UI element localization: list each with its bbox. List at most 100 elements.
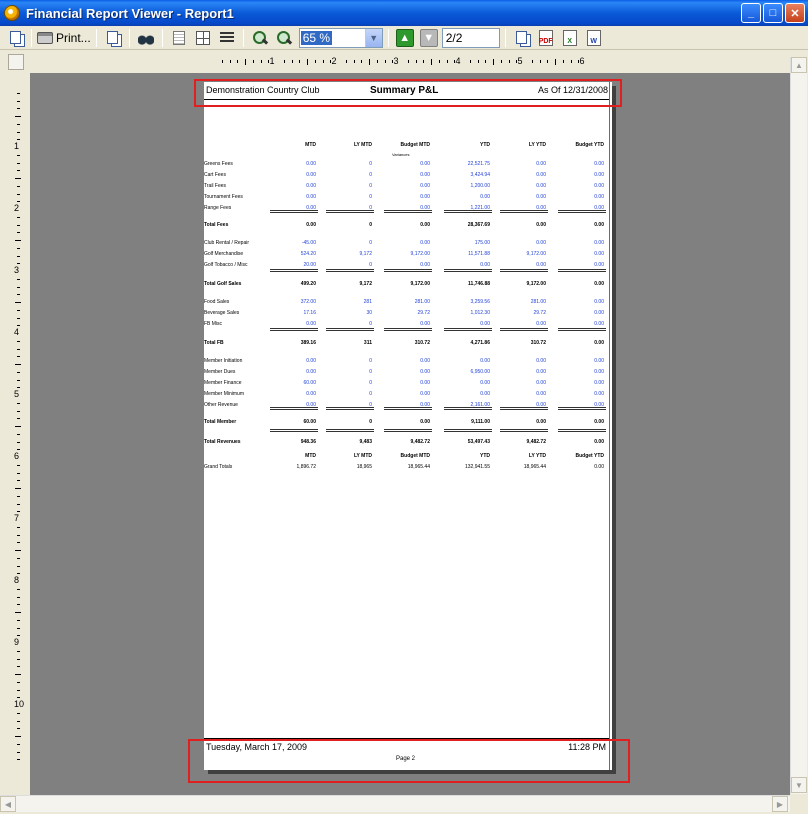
total-rule [444,328,492,331]
table-row: Greens Fees 0.00 0 0.00 22,521.75 0.00 0.00 [204,161,609,169]
horizontal-scrollbar[interactable]: ◀ ▶ [0,795,790,812]
ruler-tick [17,100,20,102]
cell-value: 0 [369,321,372,327]
ruler-tick [17,402,20,404]
ruler-tick [17,658,20,660]
cell-value: 0.00 [420,321,430,327]
ruler-tick [17,596,20,598]
cell-value: 0.00 [420,172,430,178]
find-button[interactable] [135,28,157,48]
cell-value: 0.00 [536,161,546,167]
cell-value: 948.36 [300,439,316,445]
cell-value: 132,941.55 [464,464,490,470]
table-row: Tournament Fees 0.00 0 0.00 0.00 0.00 0.00 [204,194,609,202]
ruler-tick [283,60,285,63]
vertical-scrollbar[interactable]: ▲ ▼ [790,57,807,794]
total-rule [384,210,432,213]
minimize-button[interactable]: _ [741,3,761,23]
ruler-tick [17,193,20,195]
ruler-tick [299,60,301,63]
multi-page-button[interactable] [192,28,214,48]
chevron-down-icon[interactable]: ▼ [364,28,382,47]
ruler-tick [17,464,20,466]
zoom-select[interactable]: 65 % ▼ [298,27,383,48]
cell-value: 0.00 [536,380,546,386]
ruler-number: 10 [14,699,25,709]
column-header: MTD [305,142,316,148]
ruler-number: 2 [14,203,20,213]
cell-value: 0.00 [306,172,316,178]
ruler-tick [15,736,21,737]
cell-value: 0.00 [594,251,604,257]
zoom-in-button[interactable] [249,28,271,48]
next-page-button[interactable]: ▼ [418,28,440,48]
cell-value: 60.00 [303,419,316,425]
total-rule [270,269,318,272]
cell-value: 0.00 [594,310,604,316]
cell-value: 60.00 [303,380,316,386]
app-icon[interactable] [4,5,20,21]
cell-value: 0.00 [306,161,316,167]
total-rule [270,407,318,410]
page-number-input[interactable] [441,27,500,48]
ruler-tick [17,441,20,443]
ruler-tick [17,216,20,218]
ruler-tick [17,650,20,652]
column-header-row: MTD LY MTD Budget MTD YTD LY YTD Budget YTD [204,453,609,461]
footer-rule [204,738,609,739]
table-row: Food Sales 372.00 281 281.00 3,259.56 281.00 0… [204,299,609,307]
export-excel-button[interactable]: X [559,28,581,48]
cell-value: 0.00 [594,369,604,375]
scroll-down-icon[interactable]: ▼ [791,777,807,793]
row-label: Total Member [204,419,237,425]
column-header: LY YTD [528,142,546,148]
ruler-tick [369,59,370,65]
copy-button[interactable] [4,28,26,48]
scroll-left-icon[interactable]: ◀ [0,796,16,812]
export-button[interactable] [511,28,533,48]
ruler-tick [17,348,20,350]
previous-page-button[interactable]: ▲ [394,28,416,48]
column-header: Budget MTD [400,453,430,459]
ruler-tick [15,302,21,303]
export-pdf-button[interactable]: PDF [535,28,557,48]
export-word-button[interactable]: W [583,28,605,48]
cell-value: 0.00 [420,369,430,375]
ruler-tick [17,410,20,412]
maximize-button[interactable]: □ [763,3,783,23]
cell-value: 0.00 [594,172,604,178]
total-rule [326,429,374,432]
print-button[interactable]: Print... [37,28,91,48]
ruler-tick [345,60,347,63]
total-rule [384,407,432,410]
continuous-button[interactable] [216,28,238,48]
preview-area[interactable]: Demonstration Country Club Summary P&L A… [30,73,790,795]
toolbar-separator [128,28,130,47]
ruler-tick [17,720,20,722]
cell-value: 0.00 [536,391,546,397]
ruler-tick [469,60,471,63]
row-label: Total Revenues [204,439,241,445]
word-icon: W [586,29,601,46]
ruler-tick [237,60,239,63]
ruler-tick [15,550,21,551]
cell-value: 6,950.00 [470,369,490,375]
cell-value: 0.00 [420,183,430,189]
toolbar-separator [387,28,389,47]
ruler-tick [508,60,510,63]
ruler-tick [477,60,479,63]
ruler-tick [17,294,20,296]
ruler-tick [555,59,556,65]
ruler-corner[interactable] [8,54,24,70]
scroll-right-icon[interactable]: ▶ [772,796,788,812]
close-button[interactable]: ✕ [785,3,805,23]
single-page-button[interactable] [168,28,190,48]
copy-page-button[interactable] [102,28,124,48]
scroll-up-icon[interactable]: ▲ [791,57,807,73]
cell-value: 0.00 [594,391,604,397]
zoom-out-button[interactable] [273,28,295,48]
table-row: Beverage Sales 17.16 30 29.72 1,012.30 29.72 0… [204,310,609,318]
toolbar-separator [161,28,163,47]
export-icon [516,31,528,44]
cell-value: 0.00 [420,380,430,386]
